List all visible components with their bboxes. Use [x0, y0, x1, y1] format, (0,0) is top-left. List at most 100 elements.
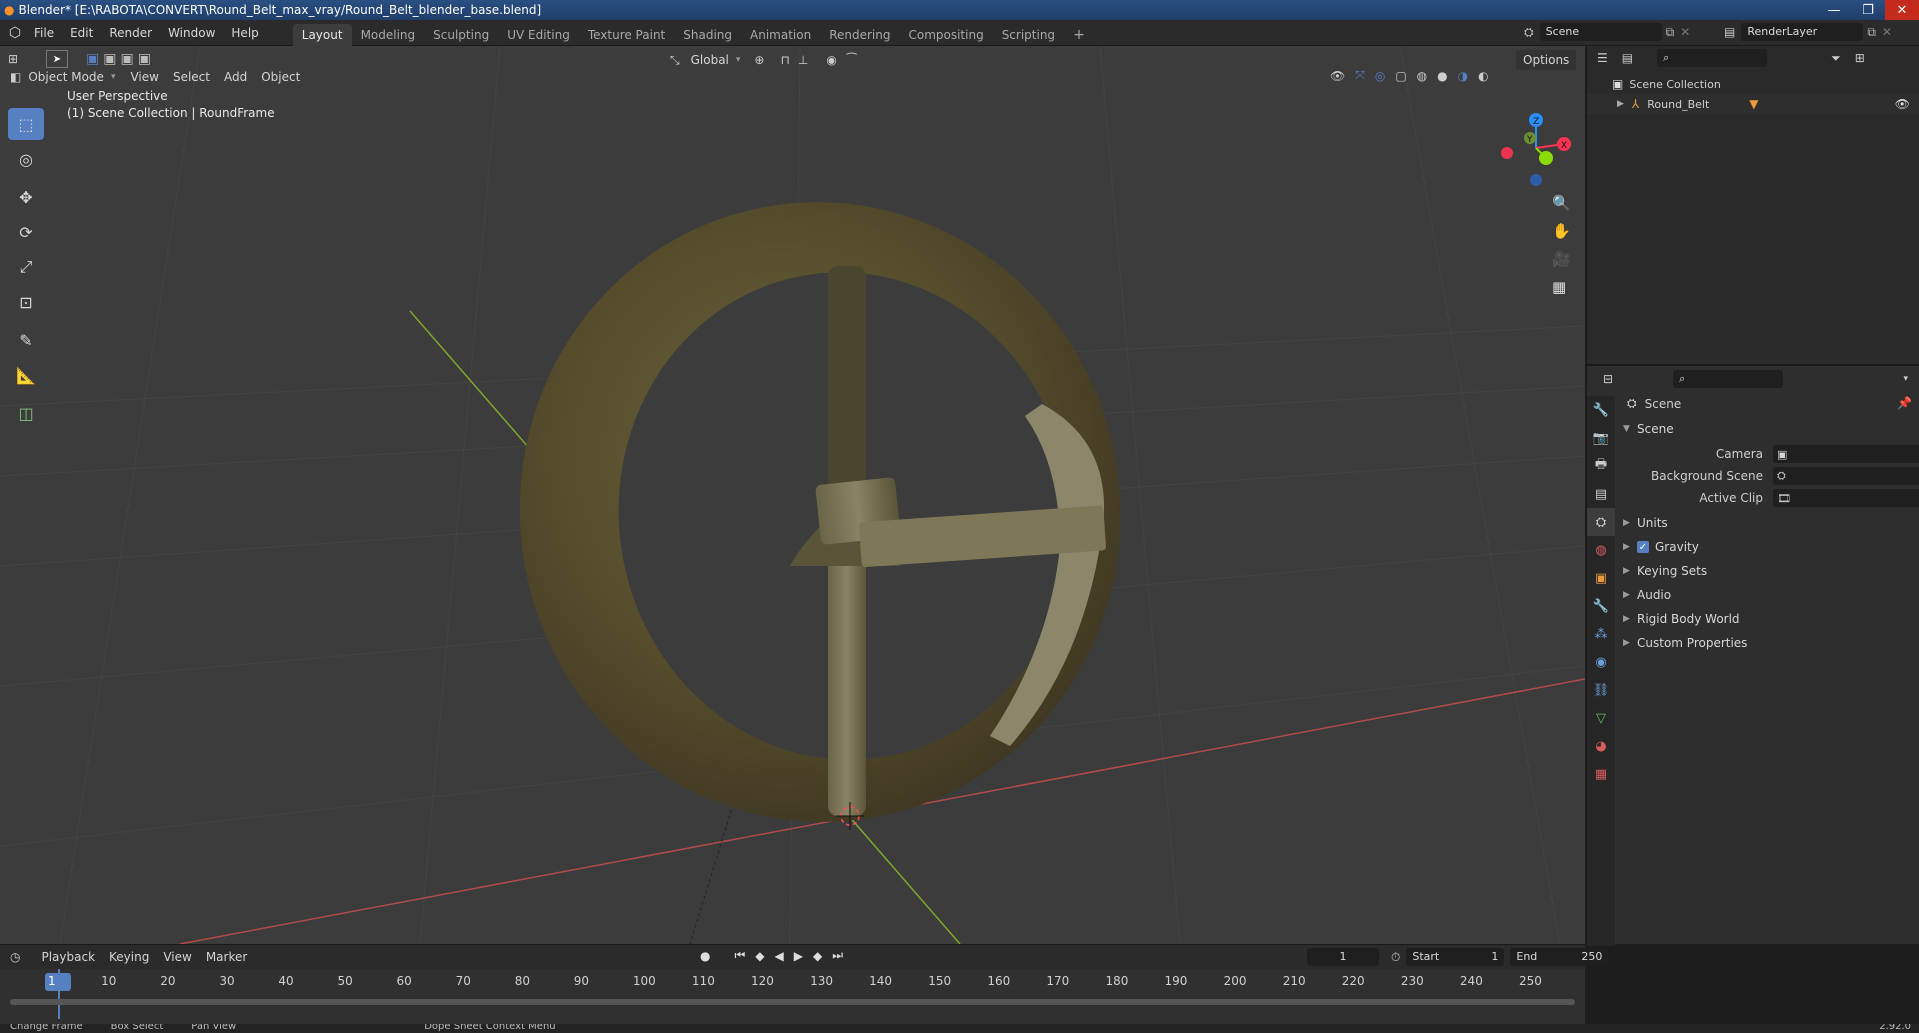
tab-texture-paint[interactable]: Texture Paint: [579, 24, 674, 46]
round-belt-model[interactable]: [480, 163, 1160, 860]
move-tool[interactable]: ✥: [8, 181, 44, 213]
timeline-menu-marker[interactable]: Marker: [199, 947, 254, 967]
object-mode-dropdown[interactable]: Object Mode: [21, 67, 111, 87]
outliner-row-scene-collection[interactable]: ▣ Scene Collection: [1612, 77, 1721, 91]
solid-shading-icon[interactable]: ●: [1437, 69, 1447, 83]
select-mode-intersect-icon[interactable]: ▣: [138, 51, 151, 67]
tab-texture[interactable]: ▦: [1587, 760, 1615, 788]
viewport-menu-object[interactable]: Object: [254, 67, 307, 87]
menu-render[interactable]: Render: [101, 20, 160, 46]
timeline-scrollbar[interactable]: [10, 999, 1575, 1005]
renderlayer-selector[interactable]: RenderLayer: [1741, 23, 1864, 41]
transform-orientation-dropdown[interactable]: Global: [684, 50, 736, 70]
end-frame-field[interactable]: End 250: [1510, 948, 1609, 966]
timeline-menu-view[interactable]: View: [156, 947, 198, 967]
timeline-track[interactable]: 1 10 20 30 40 50 60 70 80 90 100 110 120 130 140 150 160…: [0, 969, 1585, 1025]
minimize-button[interactable]: —: [1817, 0, 1851, 20]
camera-view-icon[interactable]: 🎥: [1552, 250, 1571, 268]
annotate-tool[interactable]: ✎: [8, 324, 44, 356]
falloff-icon[interactable]: ⁀: [847, 53, 857, 67]
zoom-icon[interactable]: 🔍: [1552, 194, 1571, 212]
xray-icon[interactable]: ▢: [1395, 69, 1406, 83]
properties-search-input[interactable]: ⌕: [1673, 370, 1784, 388]
tab-particles[interactable]: ⁂: [1587, 620, 1615, 648]
tab-scripting[interactable]: Scripting: [993, 24, 1064, 46]
play-icon[interactable]: ▶: [794, 949, 803, 963]
properties-editor-icon[interactable]: ⊟: [1603, 372, 1613, 386]
tab-layout[interactable]: Layout: [292, 23, 352, 46]
pivot-icon[interactable]: ⊕: [754, 53, 764, 67]
tab-scene[interactable]: ⛭: [1587, 508, 1615, 536]
select-mode-extend-icon[interactable]: ▣: [103, 51, 116, 67]
display-mode-icon[interactable]: ▤: [1622, 51, 1633, 65]
transform-tool[interactable]: ⊡: [8, 286, 44, 318]
material-shading-icon[interactable]: ◑: [1458, 69, 1468, 83]
active-clip-field[interactable]: 🎞: [1773, 489, 1919, 507]
start-frame-field[interactable]: Start 1: [1406, 948, 1505, 966]
close-button[interactable]: ✕: [1885, 0, 1919, 20]
panel-units[interactable]: ▶ Units: [1623, 512, 1668, 534]
snap-target-icon[interactable]: ⊥: [798, 53, 808, 67]
record-icon[interactable]: ●: [700, 949, 710, 963]
editor-type-icon[interactable]: ⊞: [8, 52, 30, 66]
tab-rendering[interactable]: Rendering: [820, 24, 899, 46]
outliner-row-round-belt[interactable]: ▶ ⅄ Round_Belt ▼ 👁: [1587, 94, 1919, 114]
outliner-search-input[interactable]: ⌕: [1657, 49, 1768, 67]
jump-start-icon[interactable]: ⏮: [734, 948, 745, 963]
options-dropdown[interactable]: Options: [1516, 50, 1577, 70]
tab-object[interactable]: ▣: [1587, 564, 1615, 592]
tab-world[interactable]: ◍: [1587, 536, 1615, 564]
tab-shading[interactable]: Shading: [674, 24, 741, 46]
tab-tool[interactable]: 🔧: [1587, 396, 1615, 424]
add-cube-tool[interactable]: ◫: [8, 397, 44, 429]
select-mode-subtract-icon[interactable]: ▣: [120, 51, 133, 67]
select-box-tool[interactable]: ⬚: [8, 108, 44, 140]
navigation-gizmo[interactable]: Z X Y: [1496, 108, 1576, 188]
tab-material[interactable]: ◕: [1587, 732, 1615, 760]
expand-arrow-icon[interactable]: ▶: [1617, 99, 1624, 109]
gravity-checkbox[interactable]: ✓: [1637, 541, 1649, 553]
menu-edit[interactable]: Edit: [62, 20, 101, 46]
tab-modifiers[interactable]: 🔧: [1587, 592, 1615, 620]
overlay-toggle-icon[interactable]: ◎: [1375, 69, 1385, 83]
rotate-tool[interactable]: ⟳: [8, 216, 44, 248]
cursor-tool[interactable]: ◎: [8, 143, 44, 175]
timeline-menu-playback[interactable]: Playback: [34, 947, 102, 967]
viewport-menu-select[interactable]: Select: [166, 67, 217, 87]
menu-file[interactable]: File: [26, 20, 62, 46]
pan-hand-icon[interactable]: ✋: [1552, 222, 1571, 240]
panel-audio[interactable]: ▶ Audio: [1623, 584, 1671, 606]
scene-delete-icon[interactable]: ✕: [1680, 25, 1690, 39]
filter-icon[interactable]: ⏷: [1831, 51, 1841, 66]
panel-keying-sets[interactable]: ▶ Keying Sets: [1623, 560, 1707, 582]
panel-scene-header[interactable]: ▼ Scene: [1623, 418, 1674, 440]
3d-viewport[interactable]: ⊞ ➤ ▣ ▣ ▣ ▣ ⤡ Global ▾ ⊕ ⊓ ⊥ ◉ ⁀ Options…: [0, 46, 1585, 944]
prev-keyframe-icon[interactable]: ◆: [755, 949, 764, 963]
background-scene-field[interactable]: ⛭: [1773, 467, 1919, 485]
renderlayer-delete-icon[interactable]: ✕: [1882, 25, 1892, 39]
viewport-menu-view[interactable]: View: [123, 67, 165, 87]
clock-icon[interactable]: ⏱: [1391, 950, 1400, 965]
tab-constraints[interactable]: ⛓: [1587, 676, 1615, 704]
tab-view-layer[interactable]: ▤: [1587, 480, 1615, 508]
jump-end-icon[interactable]: ⏭: [832, 948, 843, 963]
play-reverse-icon[interactable]: ◀: [775, 949, 784, 963]
outliner-editor-icon[interactable]: ☰: [1597, 51, 1608, 65]
tab-output[interactable]: 🖶: [1587, 452, 1615, 480]
proportional-edit-icon[interactable]: ◉: [826, 53, 836, 67]
wireframe-shading-icon[interactable]: ◍: [1417, 69, 1427, 83]
tab-render[interactable]: 📷: [1587, 424, 1615, 452]
ortho-grid-icon[interactable]: ▦: [1552, 278, 1571, 296]
tab-physics[interactable]: ◉: [1587, 648, 1615, 676]
new-collection-icon[interactable]: ⊞: [1855, 51, 1865, 65]
tab-animation[interactable]: Animation: [741, 24, 820, 46]
next-keyframe-icon[interactable]: ◆: [813, 949, 822, 963]
scale-tool[interactable]: ⤢: [8, 251, 44, 283]
rendered-shading-icon[interactable]: ◐: [1478, 69, 1488, 83]
tab-uv-editing[interactable]: UV Editing: [498, 24, 579, 46]
select-mode-new-icon[interactable]: ▣: [86, 51, 99, 67]
add-workspace-button[interactable]: +: [1064, 24, 1094, 46]
viewport-menu-add[interactable]: Add: [217, 67, 254, 87]
measure-tool[interactable]: 📐: [8, 359, 44, 391]
panel-gravity[interactable]: ▶ ✓ Gravity: [1623, 536, 1699, 558]
